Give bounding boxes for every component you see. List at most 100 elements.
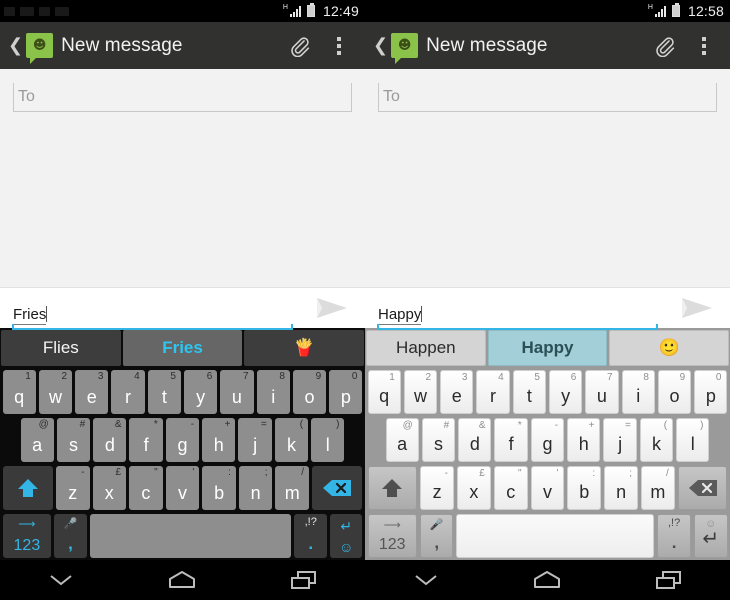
key-n[interactable]: ; n: [604, 466, 638, 510]
key-o[interactable]: 9o: [657, 370, 692, 414]
key-q[interactable]: 1q: [367, 370, 401, 414]
period-label: .: [671, 533, 677, 552]
key-a[interactable]: @ a: [385, 418, 419, 462]
key-u[interactable]: 7u: [220, 370, 254, 414]
key-n[interactable]: ; n: [238, 466, 273, 510]
suggestion-item-selected[interactable]: Fries: [122, 330, 243, 366]
key-o[interactable]: 9o: [292, 370, 327, 414]
back-chevron-icon[interactable]: ❮: [369, 36, 391, 55]
key-b[interactable]: :b: [202, 466, 236, 510]
key-f[interactable]: * f: [494, 418, 528, 462]
compose-text: Happy: [377, 306, 422, 325]
home-icon[interactable]: [152, 560, 212, 600]
overflow-menu-icon[interactable]: [684, 22, 724, 69]
suggestion-item-selected[interactable]: Happy: [487, 330, 608, 366]
paperclip-icon[interactable]: [279, 22, 319, 69]
key-d[interactable]: & d: [93, 418, 127, 462]
key-p[interactable]: 0p: [329, 370, 363, 414]
space-key[interactable]: [456, 514, 655, 558]
key-y[interactable]: 6y: [183, 370, 218, 414]
messaging-app-icon[interactable]: ☻: [391, 33, 419, 64]
key-u[interactable]: 7u: [585, 370, 619, 414]
space-key[interactable]: [89, 514, 292, 558]
backspace-icon[interactable]: [312, 466, 363, 510]
key-label: i: [636, 386, 641, 406]
key-j[interactable]: = j: [238, 418, 272, 462]
key-k[interactable]: (k: [639, 418, 674, 462]
key-j[interactable]: = j: [603, 418, 637, 462]
key-f[interactable]: * f: [129, 418, 163, 462]
key-d[interactable]: & d: [458, 418, 492, 462]
backspace-icon[interactable]: [677, 466, 728, 510]
key-v[interactable]: ' v: [530, 466, 565, 510]
messaging-app-icon[interactable]: ☻: [26, 33, 54, 64]
overflow-menu-icon[interactable]: [319, 22, 359, 69]
key-k[interactable]: (k: [274, 418, 309, 462]
enter-key[interactable]: ☺ ↵: [693, 514, 728, 558]
key-h[interactable]: + h: [567, 418, 601, 462]
key-e[interactable]: 3e: [440, 370, 474, 414]
key-z[interactable]: -z: [420, 466, 454, 510]
key-e[interactable]: 3e: [75, 370, 109, 414]
key-c[interactable]: " c: [493, 466, 528, 510]
key-i[interactable]: 8i: [256, 370, 290, 414]
key-i[interactable]: 8i: [621, 370, 655, 414]
key-z[interactable]: -z: [55, 466, 90, 510]
compose-field-underline: [377, 324, 658, 330]
key-s[interactable]: # s: [421, 418, 456, 462]
mic-comma-key[interactable]: 🎤 ,: [54, 514, 87, 558]
punctuation-key[interactable]: ,!? .: [294, 514, 327, 558]
key-l[interactable]: ) l: [311, 418, 345, 462]
suggestion-item-emoji[interactable]: 🙂: [609, 330, 730, 366]
key-a[interactable]: @ a: [20, 418, 54, 462]
key-label: e: [86, 387, 97, 407]
keyboard-dismiss-chevron-icon[interactable]: [31, 560, 91, 600]
symbols-key[interactable]: ⟶ 123: [2, 514, 52, 558]
recent-apps-icon[interactable]: [639, 560, 699, 600]
send-icon[interactable]: [666, 288, 730, 328]
suggestion-item[interactable]: Happen: [366, 330, 486, 366]
key-g[interactable]: -g: [165, 418, 200, 462]
key-m[interactable]: / m: [275, 466, 310, 510]
recent-apps-icon[interactable]: [274, 560, 334, 600]
key-c[interactable]: " c: [129, 466, 163, 510]
home-icon[interactable]: [517, 560, 577, 600]
key-x[interactable]: £ x: [92, 466, 127, 510]
recipient-input[interactable]: To: [378, 83, 717, 112]
key-alt-label: £: [115, 467, 122, 478]
key-q[interactable]: 1q: [2, 370, 36, 414]
key-r[interactable]: 4r: [476, 370, 510, 414]
enter-key[interactable]: ↵ ☺: [329, 514, 363, 558]
send-icon[interactable]: [301, 288, 365, 328]
compose-input-wrapper[interactable]: Happy: [365, 306, 666, 330]
key-w[interactable]: 2w: [403, 370, 438, 414]
suggestion-item[interactable]: Flies: [1, 330, 121, 366]
recipient-input[interactable]: To: [13, 83, 352, 112]
key-h[interactable]: + h: [202, 418, 236, 462]
key-t[interactable]: 5t: [512, 370, 546, 414]
punctuation-key[interactable]: ,!? .: [657, 514, 691, 558]
key-label: b: [214, 483, 225, 503]
key-b[interactable]: :b: [567, 466, 602, 510]
key-g[interactable]: -g: [530, 418, 565, 462]
paperclip-icon[interactable]: [644, 22, 684, 69]
key-x[interactable]: £ x: [457, 466, 491, 510]
shift-arrow-icon[interactable]: [2, 466, 53, 510]
back-chevron-icon[interactable]: ❮: [4, 36, 26, 55]
mic-comma-key[interactable]: 🎤 ,: [419, 514, 454, 558]
key-s[interactable]: # s: [56, 418, 91, 462]
key-y[interactable]: 6y: [548, 370, 583, 414]
key-r[interactable]: 4r: [111, 370, 145, 414]
key-t[interactable]: 5t: [147, 370, 181, 414]
keyboard-dismiss-chevron-icon[interactable]: [396, 560, 456, 600]
shift-arrow-icon[interactable]: [367, 466, 418, 510]
symbols-key[interactable]: ⟶ 123: [367, 514, 417, 558]
key-v[interactable]: ' v: [165, 466, 200, 510]
key-l[interactable]: ) l: [676, 418, 710, 462]
key-m[interactable]: / m: [640, 466, 675, 510]
key-alt-label: *: [153, 419, 158, 430]
suggestion-item-emoji[interactable]: 🍟: [244, 330, 365, 366]
key-p[interactable]: 0p: [694, 370, 728, 414]
compose-input-wrapper[interactable]: Fries: [0, 306, 301, 330]
key-w[interactable]: 2w: [38, 370, 73, 414]
